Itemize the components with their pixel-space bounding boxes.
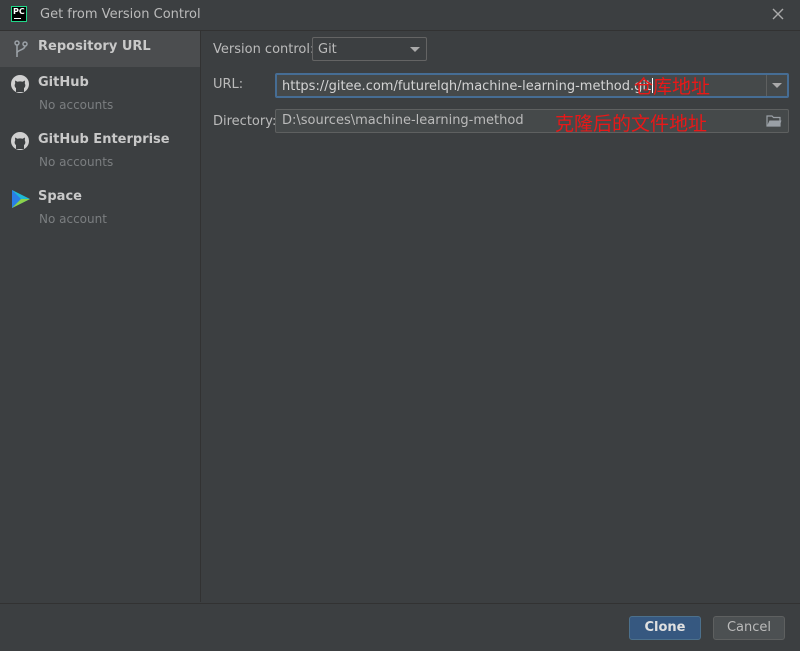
title-bar: PC Get from Version Control (0, 0, 800, 31)
url-input-value: https://gitee.com/futurelqh/machine-lear… (282, 78, 654, 94)
folder-icon[interactable] (766, 114, 782, 128)
url-annotation: 仓库地址 (634, 76, 711, 98)
pycharm-app-icon: PC (11, 6, 27, 22)
sidebar-item-repository-url[interactable]: Repository URL (0, 31, 200, 67)
url-dropdown-divider (766, 75, 767, 96)
version-control-label: Version control: (213, 42, 315, 57)
sidebar-item-sublabel: No account (39, 212, 107, 226)
directory-annotation: 克隆后的文件地址 (555, 113, 708, 135)
sidebar-item-label: GitHub (38, 75, 89, 90)
vcs-branch-icon (14, 40, 28, 57)
window-title: Get from Version Control (40, 7, 201, 22)
main-panel: Version control: Git URL: https://gitee.… (201, 31, 800, 602)
sidebar-item-sublabel: No accounts (39, 98, 114, 112)
url-input[interactable]: https://gitee.com/futurelqh/machine-lear… (275, 73, 789, 98)
url-label: URL: (213, 77, 244, 92)
version-control-select[interactable]: Git (312, 37, 427, 61)
dialog-footer: Clone Cancel (0, 603, 800, 651)
cancel-button[interactable]: Cancel (713, 616, 785, 640)
github-icon (11, 75, 29, 93)
sidebar: Repository URL GitHub No accounts GitHub… (0, 31, 201, 602)
close-icon[interactable] (768, 4, 788, 24)
clone-button[interactable]: Clone (629, 616, 701, 640)
sidebar-item-space[interactable]: Space No account (0, 181, 200, 238)
version-control-value: Git (318, 42, 337, 57)
chevron-down-icon[interactable] (772, 83, 782, 88)
directory-label: Directory: (213, 114, 277, 129)
sidebar-item-label: Space (38, 189, 82, 204)
sidebar-item-label: Repository URL (38, 39, 151, 54)
github-icon (11, 132, 29, 150)
chevron-down-icon (410, 47, 420, 52)
sidebar-item-label: GitHub Enterprise (38, 132, 170, 147)
space-logo-icon (12, 190, 30, 208)
sidebar-item-github[interactable]: GitHub No accounts (0, 67, 200, 124)
sidebar-item-sublabel: No accounts (39, 155, 114, 169)
directory-input[interactable]: D:\sources\machine-learning-method (275, 109, 789, 133)
sidebar-item-github-enterprise[interactable]: GitHub Enterprise No accounts (0, 124, 200, 181)
directory-input-value: D:\sources\machine-learning-method (282, 113, 524, 128)
